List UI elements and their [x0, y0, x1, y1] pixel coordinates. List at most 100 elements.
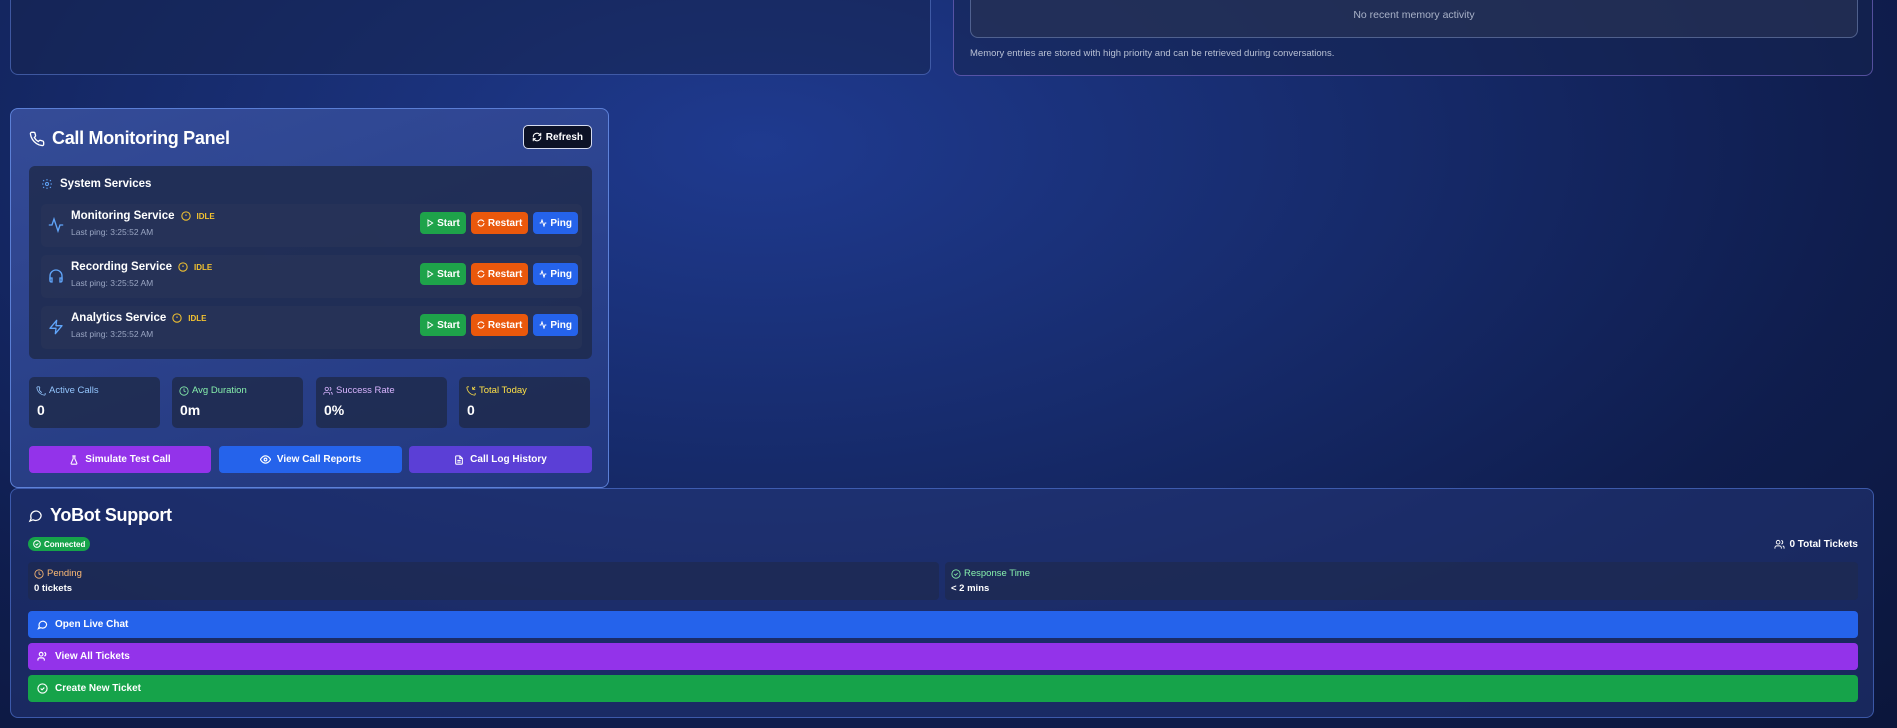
stat-label: Active Calls	[36, 385, 99, 396]
stat-label: Total Today	[466, 385, 527, 396]
restart-button[interactable]: Restart	[470, 263, 529, 285]
refresh-icon	[477, 321, 485, 329]
pending-stat: Pending 0 tickets	[28, 562, 939, 600]
call-monitoring-panel: Call Monitoring Panel Refresh System Ser…	[10, 108, 609, 488]
play-icon	[426, 219, 434, 227]
flask-icon	[69, 454, 79, 465]
service-name: Monitoring Service IDLE	[71, 210, 215, 222]
check-circle-icon	[37, 683, 48, 694]
start-button[interactable]: Start	[420, 314, 466, 336]
activity-icon	[539, 219, 547, 227]
ping-button[interactable]: Ping	[533, 212, 578, 234]
service-row-recording: Recording Service IDLE Last ping: 3:25:5…	[41, 255, 582, 298]
service-actions: Start Restart Ping	[420, 263, 578, 285]
system-services: System Services Monitoring Service IDLE …	[29, 166, 592, 359]
alert-circle-icon	[178, 262, 188, 272]
file-text-icon	[454, 454, 464, 465]
stat-label: Success Rate	[323, 385, 395, 396]
service-actions: Start Restart Ping	[420, 314, 578, 336]
stat-active-calls: Active Calls 0	[29, 377, 160, 428]
memory-empty-text: No recent memory activity	[1353, 8, 1475, 21]
start-label: Start	[437, 319, 460, 331]
create-ticket-label: Create New Ticket	[55, 683, 141, 694]
panel-title-text: Call Monitoring Panel	[52, 128, 230, 148]
stat-value: 0%	[324, 402, 345, 418]
users-icon	[1774, 539, 1785, 550]
status-badge: IDLE	[188, 313, 207, 323]
ping-label: Ping	[550, 268, 572, 280]
stat-value: 0	[37, 402, 45, 418]
refresh-icon	[477, 270, 485, 278]
view-call-reports-button[interactable]: View Call Reports	[219, 446, 402, 473]
response-time-stat: Response Time < 2 mins	[945, 562, 1858, 600]
support-title: YoBot Support	[28, 505, 172, 526]
phone-incoming-icon	[466, 385, 476, 396]
activity-icon	[48, 217, 64, 233]
ping-button[interactable]: Ping	[533, 314, 578, 336]
stat-value: 0m	[180, 402, 201, 418]
alert-circle-icon	[172, 313, 182, 323]
memory-card: No recent memory activity Memory entries…	[953, 0, 1873, 76]
service-name: Analytics Service IDLE	[71, 312, 207, 324]
service-name-text: Monitoring Service	[71, 210, 175, 222]
stat-avg-duration: Avg Duration 0m	[172, 377, 303, 428]
start-button[interactable]: Start	[420, 212, 466, 234]
service-name: Recording Service IDLE	[71, 261, 212, 273]
service-actions: Start Restart Ping	[420, 212, 578, 234]
restart-button[interactable]: Restart	[470, 314, 529, 336]
clock-icon	[34, 568, 44, 579]
start-button[interactable]: Start	[420, 263, 466, 285]
gear-icon	[41, 178, 53, 190]
ping-button[interactable]: Ping	[533, 263, 578, 285]
support-title-text: YoBot Support	[50, 505, 172, 525]
history-label: Call Log History	[470, 454, 547, 465]
total-tickets: 0 Total Tickets	[1774, 539, 1858, 550]
headphones-icon	[48, 268, 64, 284]
refresh-button[interactable]: Refresh	[522, 125, 592, 149]
pending-label: Pending	[34, 568, 82, 579]
create-new-ticket-button[interactable]: Create New Ticket	[28, 675, 1858, 702]
service-row-monitoring: Monitoring Service IDLE Last ping: 3:25:…	[41, 204, 582, 247]
users-icon	[323, 386, 333, 396]
ping-label: Ping	[550, 319, 572, 331]
panel-title: Call Monitoring Panel	[29, 128, 230, 149]
ping-label: Ping	[550, 217, 572, 229]
clock-icon	[179, 385, 189, 396]
phone-call-icon	[36, 385, 46, 396]
activity-icon	[539, 321, 547, 329]
restart-button[interactable]: Restart	[470, 212, 529, 234]
view-all-tickets-button[interactable]: View All Tickets	[28, 643, 1858, 670]
status-badge: IDLE	[196, 211, 215, 221]
eye-icon	[259, 454, 271, 465]
pending-label-text: Pending	[47, 568, 82, 579]
simulate-label: Simulate Test Call	[85, 454, 171, 465]
view-tickets-label: View All Tickets	[55, 651, 130, 662]
service-name-text: Analytics Service	[71, 312, 167, 324]
activity-icon	[539, 270, 547, 278]
restart-label: Restart	[487, 217, 523, 229]
status-badge: IDLE	[193, 262, 213, 272]
restart-label: Restart	[487, 319, 523, 331]
stat-total-today: Total Today 0	[459, 377, 590, 428]
response-label-text: Response Time	[964, 568, 1031, 579]
stat-success-rate: Success Rate 0%	[316, 377, 447, 428]
stat-label: Avg Duration	[179, 385, 247, 396]
total-tickets-text: 0 Total Tickets	[1789, 539, 1858, 550]
services-title: System Services	[41, 178, 151, 190]
simulate-test-call-button[interactable]: Simulate Test Call	[29, 446, 211, 473]
top-left-card	[10, 0, 931, 75]
call-log-history-button[interactable]: Call Log History	[409, 446, 592, 473]
refresh-label: Refresh	[545, 131, 583, 143]
open-live-chat-button[interactable]: Open Live Chat	[28, 611, 1858, 638]
stat-label-text: Avg Duration	[192, 385, 247, 396]
check-circle-icon	[33, 540, 41, 548]
restart-label: Restart	[487, 268, 523, 280]
connected-label: Connected	[44, 539, 86, 549]
stat-value: 0	[467, 402, 475, 418]
last-ping: Last ping: 3:25:52 AM	[71, 329, 154, 339]
play-icon	[426, 321, 434, 329]
connected-badge: Connected	[28, 537, 91, 551]
message-circle-icon	[37, 619, 48, 630]
stat-label-text: Active Calls	[49, 385, 99, 396]
alert-circle-icon	[180, 211, 191, 221]
